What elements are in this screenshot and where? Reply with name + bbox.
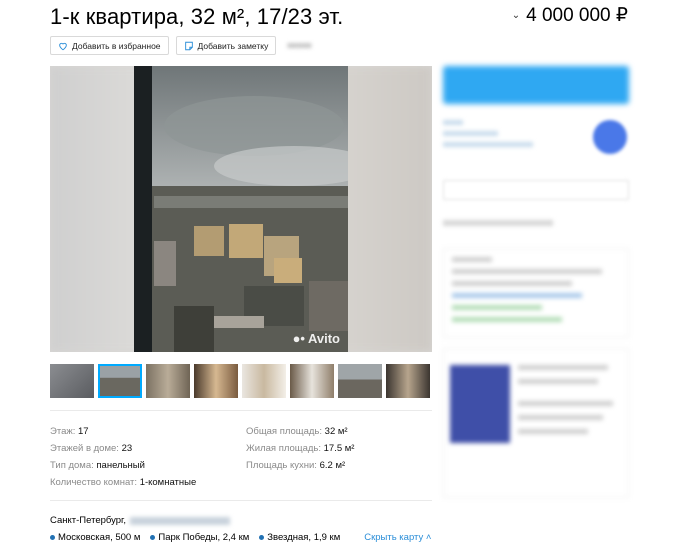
- watermark-logo-icon: ●•: [292, 331, 305, 346]
- price-value: 4 000 000 ₽: [526, 5, 628, 26]
- thumbnail[interactable]: [146, 364, 190, 398]
- ad-banner-blurred[interactable]: [443, 348, 629, 498]
- chevron-up-icon: ˄: [425, 532, 432, 543]
- param-kitchen-area: Площадь кухни: 6.2 м²: [246, 460, 346, 471]
- avito-watermark: ●• Avito: [292, 331, 340, 346]
- thumbnail-strip: [50, 364, 430, 398]
- note-icon: [184, 41, 193, 50]
- param-total-area: Общая площадь: 32 м²: [246, 426, 348, 437]
- show-phone-button-blurred[interactable]: [443, 66, 629, 104]
- side-card-blurred: [443, 248, 629, 338]
- seller-avatar[interactable]: [593, 120, 627, 154]
- add-note-label: Добавить заметку: [197, 40, 269, 51]
- add-to-favorites-button[interactable]: Добавить в избранное: [50, 36, 169, 55]
- address-city: Санкт-Петербург,: [50, 515, 126, 526]
- thumbnail[interactable]: [50, 364, 94, 398]
- add-to-favorites-label: Добавить в избранное: [72, 40, 161, 51]
- metro-line-icon: [259, 535, 265, 540]
- thumbnail[interactable]: [386, 364, 430, 398]
- metro-list: Московская, 500 м Парк Победы, 2,4 км Зв…: [50, 532, 432, 543]
- photo-gallery[interactable]: ●• Avito: [50, 66, 432, 352]
- seller-info-blurred[interactable]: [443, 120, 629, 180]
- listing-params: Этаж: 17 Этажей в доме: 23 Тип дома: пан…: [50, 410, 432, 488]
- metro-line-icon: [50, 535, 55, 540]
- hide-map-link[interactable]: Скрыть карту ˄: [364, 532, 431, 543]
- metro-station: Парк Победы, 2,4 км: [150, 532, 249, 543]
- thumbnail[interactable]: [338, 364, 382, 398]
- thumbnail[interactable]: [242, 364, 286, 398]
- metro-station: Звездная, 1,9 км: [259, 532, 340, 543]
- price[interactable]: ⌄ 4 000 000 ₽: [512, 4, 628, 27]
- views-counter-blurred: ■■■■■: [287, 41, 312, 50]
- listing-actions: Добавить в избранное Добавить заметку ■■…: [50, 36, 312, 55]
- param-house-type: Тип дома: панельный: [50, 460, 145, 471]
- chevron-down-icon[interactable]: ⌄: [512, 10, 520, 21]
- listing-title: 1-к квартира, 32 м², 17/23 эт.: [50, 4, 344, 29]
- seller-column: [443, 66, 629, 498]
- main-photo[interactable]: ●• Avito: [134, 66, 348, 352]
- seller-action-button-blurred[interactable]: [443, 180, 629, 200]
- param-floor: Этаж: 17: [50, 426, 89, 437]
- heart-icon: [59, 42, 67, 50]
- ad-date-blurred: [443, 220, 553, 226]
- param-floors: Этажей в доме: 23: [50, 443, 133, 454]
- metro-line-icon: [150, 535, 156, 540]
- param-rooms: Количество комнат: 1-комнатные: [50, 477, 197, 488]
- address-block: Санкт-Петербург, Московская, 500 м Парк …: [50, 500, 432, 543]
- thumbnail-active[interactable]: [98, 364, 142, 398]
- thumbnail[interactable]: [290, 364, 334, 398]
- metro-station: Московская, 500 м: [50, 532, 140, 543]
- param-living-area: Жилая площадь: 17.5 м²: [246, 443, 355, 454]
- thumbnail[interactable]: [194, 364, 238, 398]
- address-street-blurred: [130, 517, 230, 525]
- add-note-button[interactable]: Добавить заметку: [175, 36, 277, 55]
